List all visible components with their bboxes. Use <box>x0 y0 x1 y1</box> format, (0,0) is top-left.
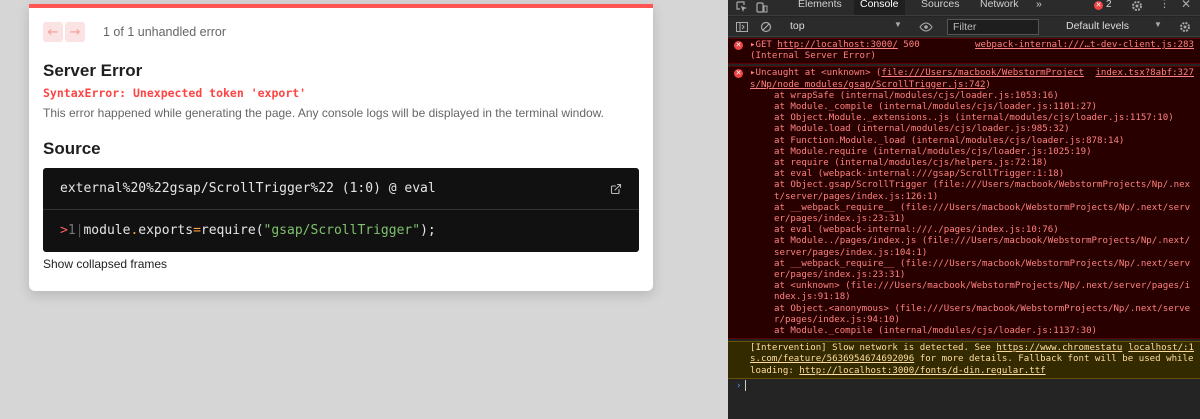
next-error-button[interactable]: → <box>65 22 85 42</box>
message-text: ▸Uncaught at <unknown> ( <box>750 68 882 79</box>
clear-console-icon[interactable] <box>760 21 772 33</box>
line-number: 1 <box>67 223 76 238</box>
stack-frame[interactable]: at wrapSafe (internal/modules/cjs/loader… <box>750 91 1194 102</box>
console-settings-gear-icon[interactable] <box>1179 21 1191 33</box>
code-frame: external%20%22gsap/ScrollTrigger%22 (1:0… <box>43 168 639 252</box>
close-icon[interactable]: ✕ <box>1181 0 1191 10</box>
error-count-label: 1 of 1 unhandled error <box>103 25 227 39</box>
request-url-link[interactable]: http://localhost:3000/ <box>777 40 897 50</box>
external-link-icon[interactable] <box>610 183 622 195</box>
stack-frame[interactable]: at Object.gsap/ScrollTrigger (file:///Us… <box>750 180 1194 202</box>
stack-frame[interactable]: at Module._compile (internal/modules/cjs… <box>750 102 1194 113</box>
gutter-divider: | <box>75 223 84 238</box>
code-token: = <box>193 223 201 238</box>
prompt-chevron-icon: › <box>736 380 742 391</box>
source-heading: Source <box>43 139 101 158</box>
context-select[interactable]: top <box>790 18 805 35</box>
error-title: Server Error <box>43 61 143 80</box>
message-source-link[interactable]: localhost/:1 <box>1128 343 1194 354</box>
more-tabs-button[interactable]: » <box>1036 0 1042 15</box>
stack-frame[interactable]: at __webpack_require__ (file:///Users/ma… <box>750 203 1194 225</box>
arrow-right-icon: → <box>69 24 81 40</box>
status-code: 500 <box>897 40 920 50</box>
stack-trace: at wrapSafe (internal/modules/cjs/loader… <box>750 91 1194 337</box>
tab-sources[interactable]: Sources <box>921 0 960 15</box>
console-error-message: ✕ index.tsx?8abf:327 ▸Uncaught at <unkno… <box>728 66 1200 340</box>
code-file-location: external%20%22gsap/ScrollTrigger%22 (1:0… <box>60 181 436 196</box>
sidebar-toggle-icon[interactable] <box>736 21 748 33</box>
message-text: ▸GET <box>750 40 778 50</box>
message-text: ) <box>985 79 991 90</box>
message-source-link[interactable]: webpack-internal:///…t-dev-client.js:283 <box>975 40 1194 51</box>
status-text: (Internal Server Error) <box>750 51 876 62</box>
log-levels-select[interactable]: Default levels <box>1066 18 1129 35</box>
stack-frame[interactable]: at require (internal/modules/cjs/helpers… <box>750 158 1194 169</box>
stack-frame[interactable]: at Function.Module._load (internal/modul… <box>750 136 1194 147</box>
stack-frame[interactable]: at eval (webpack-internal:///./pages/ind… <box>750 225 1194 236</box>
stack-frame[interactable]: at __webpack_require__ (file:///Users/ma… <box>750 259 1194 281</box>
stack-frame[interactable]: at Object.<anonymous> (file:///Users/mac… <box>750 304 1194 326</box>
filter-input[interactable]: Filter <box>947 19 1039 35</box>
device-toolbar-icon[interactable] <box>756 1 768 13</box>
devtools-panel: Elements Console Sources Network » ✕ 2 ⋮… <box>728 0 1200 419</box>
text-caret <box>745 379 747 391</box>
stack-frame[interactable]: at <unknown> (file:///Users/macbook/Webs… <box>750 281 1194 303</box>
tab-network[interactable]: Network <box>980 0 1019 15</box>
stack-frame[interactable]: at Object.Module._extensions..js (intern… <box>750 113 1194 124</box>
stack-frame[interactable]: at Module.load (internal/modules/cjs/loa… <box>750 124 1194 135</box>
code-token: ); <box>420 223 436 238</box>
devtools-tabbar: Elements Console Sources Network » ✕ 2 ⋮… <box>728 0 1200 16</box>
chevron-down-icon: ▼ <box>1154 20 1162 29</box>
overlay-accent-bar <box>29 4 653 8</box>
gear-icon[interactable] <box>1131 0 1143 12</box>
previous-error-button[interactable]: ← <box>43 22 63 42</box>
show-collapsed-frames-button[interactable]: Show collapsed frames <box>43 257 167 271</box>
code-token: require( <box>200 223 264 238</box>
error-description: This error happened while generating the… <box>43 106 605 120</box>
console-prompt[interactable]: › <box>728 379 1200 393</box>
stack-frame[interactable]: at Module._compile (internal/modules/cjs… <box>750 326 1194 337</box>
page-background: ← → 1 of 1 unhandled error Server Error … <box>0 0 728 419</box>
error-count-badge[interactable]: 2 <box>1106 0 1112 10</box>
inspect-element-icon[interactable] <box>736 1 748 13</box>
code-string: "gsap/ScrollTrigger" <box>263 223 421 238</box>
error-icon: ✕ <box>734 41 743 50</box>
chevron-down-icon: ▼ <box>894 20 902 29</box>
stack-frame[interactable]: at Module../pages/index.js (file:///User… <box>750 236 1194 258</box>
arrow-left-icon: ← <box>47 24 59 40</box>
code-token: . <box>130 223 139 238</box>
console-error-message: ✕ webpack-internal:///…t-dev-client.js:2… <box>728 38 1200 65</box>
stack-frame[interactable]: at eval (webpack-internal:///gsap/Scroll… <box>750 169 1194 180</box>
error-count-icon[interactable]: ✕ <box>1094 1 1103 10</box>
eye-icon[interactable] <box>919 21 933 33</box>
console-warning-message: localhost/:1 [Intervention] Slow network… <box>728 341 1200 379</box>
error-pagination: ← → 1 of 1 unhandled error <box>43 22 226 42</box>
error-message: SyntaxError: Unexpected token 'export' <box>43 86 307 100</box>
font-url-link[interactable]: http://localhost:3000/fonts/d-din.regula… <box>799 366 1045 376</box>
message-source-link[interactable]: index.tsx?8abf:327 <box>1095 68 1194 79</box>
tab-console[interactable]: Console <box>854 0 905 15</box>
kebab-menu-icon[interactable]: ⋮ <box>1159 0 1170 10</box>
message-text: [Intervention] Slow network is detected.… <box>750 343 997 354</box>
console-toolbar: top ▼ Filter Default levels ▼ <box>728 17 1200 37</box>
code-frame-header[interactable]: external%20%22gsap/ScrollTrigger%22 (1:0… <box>43 168 639 210</box>
console-messages: ✕ webpack-internal:///…t-dev-client.js:2… <box>728 38 1200 419</box>
code-token: module <box>83 223 131 238</box>
code-line: > 1 | module. exports = require("gsap/Scr… <box>43 210 639 251</box>
tab-elements[interactable]: Elements <box>798 0 842 15</box>
error-overlay: ← → 1 of 1 unhandled error Server Error … <box>29 4 653 291</box>
stack-frame[interactable]: at Module.require (internal/modules/cjs/… <box>750 147 1194 158</box>
error-line-marker: > <box>60 223 68 238</box>
code-token: exports <box>138 223 194 238</box>
